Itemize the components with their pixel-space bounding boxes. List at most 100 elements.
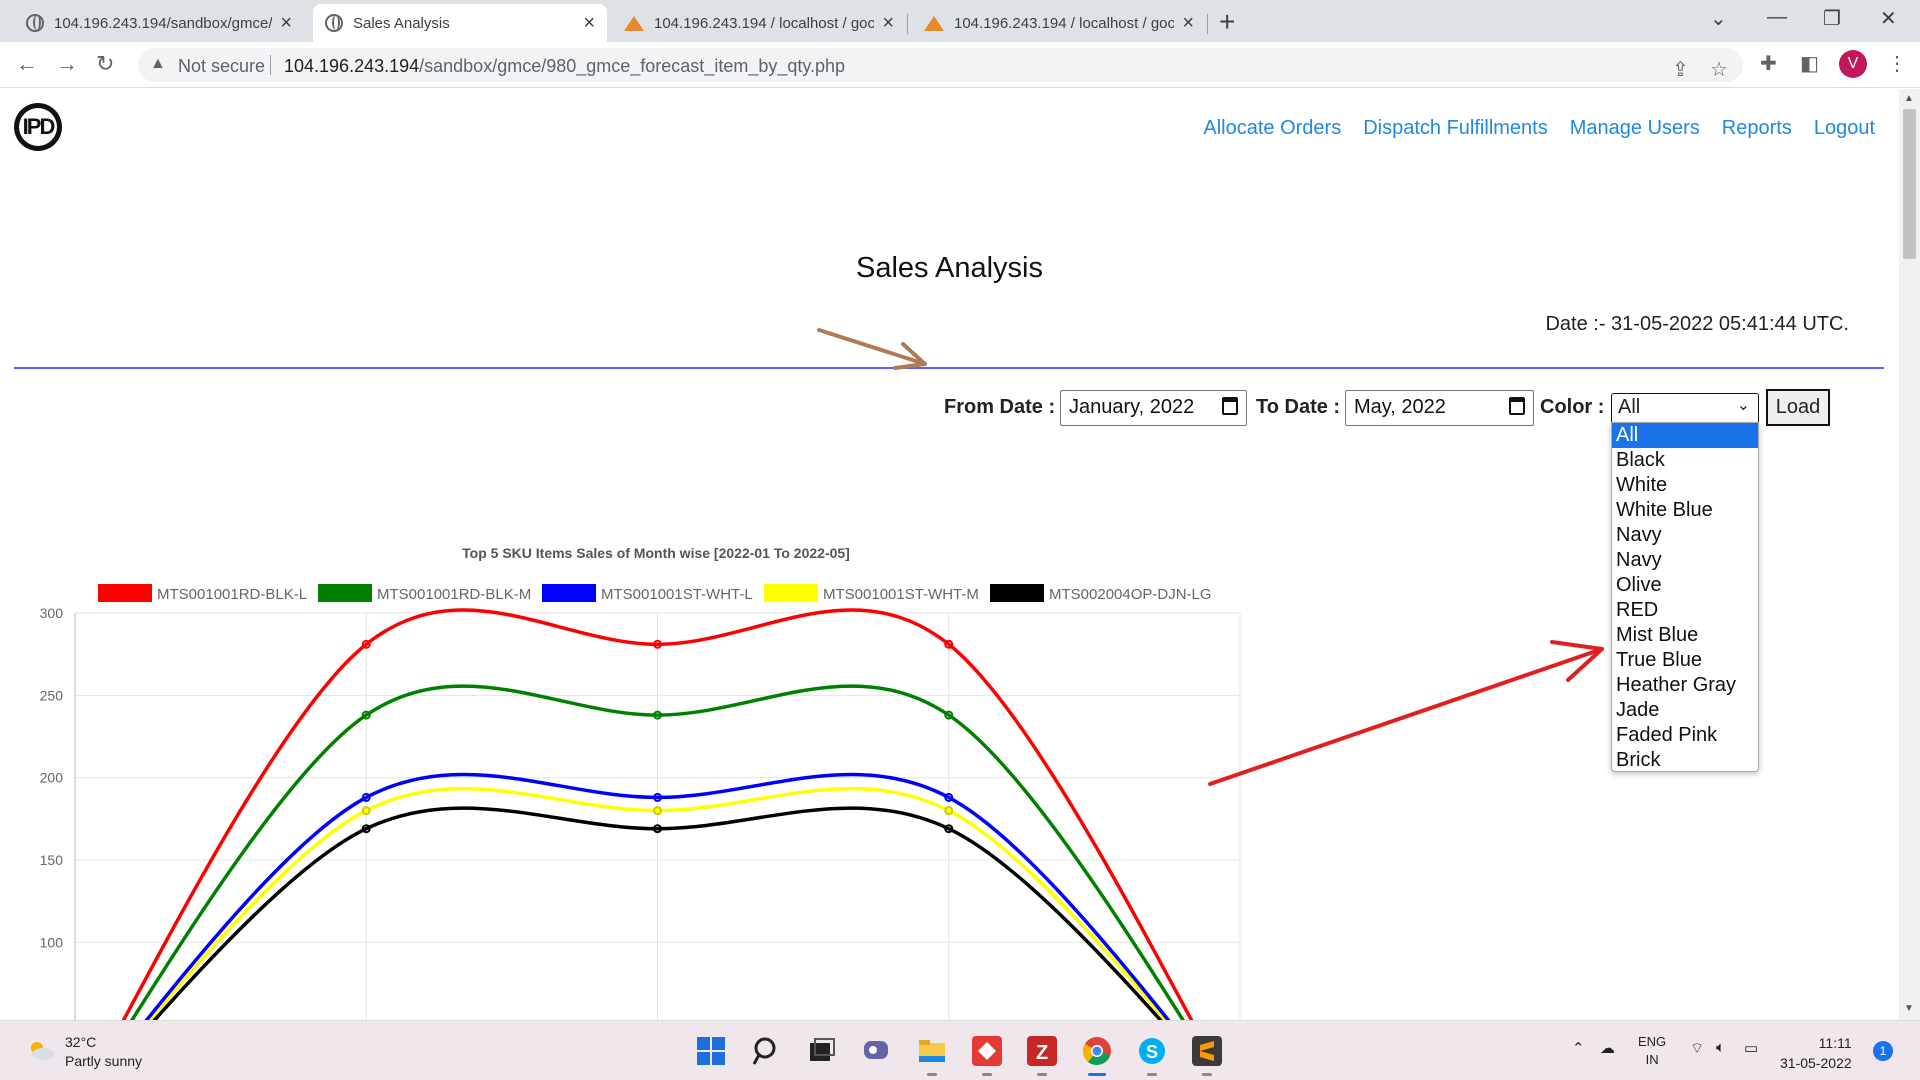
legend-label[interactable]: MTS001001ST-WHT-M xyxy=(823,586,979,603)
data-point[interactable] xyxy=(361,806,371,816)
share-icon[interactable]: ⇪ xyxy=(1672,57,1689,82)
page-scrollbar[interactable]: ▲ ▼ xyxy=(1899,89,1920,1020)
security-label: Not secure xyxy=(178,56,266,76)
teams-chat-icon[interactable] xyxy=(862,1036,892,1066)
filezilla-icon[interactable]: Z xyxy=(1027,1036,1057,1066)
color-select[interactable]: All ⌄ xyxy=(1611,393,1759,424)
nav-dispatch-fulfillments[interactable]: Dispatch Fulfillments xyxy=(1363,117,1548,140)
clock-date: 31-05-2022 xyxy=(1780,1055,1852,1071)
legend-swatch[interactable] xyxy=(542,584,596,602)
search-icon[interactable] xyxy=(752,1036,782,1066)
legend-label[interactable]: MTS001001RD-BLK-M xyxy=(377,586,531,603)
chevron-up-icon[interactable]: ⌃ xyxy=(1572,1039,1585,1057)
site-logo[interactable]: IPD xyxy=(14,103,62,151)
annotation-arrow-brown xyxy=(817,328,927,370)
legend-swatch[interactable] xyxy=(990,584,1044,602)
color-option[interactable]: Black xyxy=(1612,448,1758,473)
calendar-icon[interactable] xyxy=(1222,397,1238,415)
y-tick-label: 200 xyxy=(40,770,64,786)
minimize-icon[interactable]: — xyxy=(1767,6,1787,29)
tab-gmce[interactable]: 104.196.243.194/sandbox/gmce/ × xyxy=(14,4,304,42)
y-axis: 50100150200250300 xyxy=(40,605,64,1020)
browser-toolbar: ← → ↻ ▲ Not secure 104.196.243.194/sandb… xyxy=(0,42,1920,88)
tab-sales-analysis[interactable]: Sales Analysis × xyxy=(313,4,607,42)
to-date-input[interactable]: May, 2022 xyxy=(1345,390,1534,426)
sublime-text-icon[interactable] xyxy=(1192,1036,1222,1066)
color-option[interactable]: White xyxy=(1612,473,1758,498)
profile-avatar[interactable]: V xyxy=(1839,50,1867,78)
scrollbar-thumb[interactable] xyxy=(1903,109,1916,259)
close-icon[interactable]: × xyxy=(280,12,292,35)
nav-allocate-orders[interactable]: Allocate Orders xyxy=(1203,117,1341,140)
skype-icon[interactable]: S xyxy=(1137,1036,1167,1066)
legend-swatch[interactable] xyxy=(98,584,152,602)
from-date-input[interactable]: January, 2022 xyxy=(1060,390,1247,426)
onedrive-icon[interactable]: ☁ xyxy=(1600,1039,1615,1057)
data-point[interactable] xyxy=(944,806,954,816)
wifi-icon[interactable]: ⌔ xyxy=(1690,1039,1704,1058)
tab-title: Sales Analysis xyxy=(353,14,450,32)
restore-icon[interactable]: ❐ xyxy=(1823,6,1841,31)
nav-manage-users[interactable]: Manage Users xyxy=(1570,117,1700,140)
clock-time: 11:11 xyxy=(1818,1035,1852,1051)
extensions-icon[interactable]: ✚ xyxy=(1760,51,1777,76)
color-select-value: All xyxy=(1618,396,1641,418)
window-close-icon[interactable]: ✕ xyxy=(1880,6,1897,31)
battery-icon[interactable]: ▭ xyxy=(1744,1039,1758,1057)
data-point[interactable] xyxy=(653,806,662,816)
nav-reports[interactable]: Reports xyxy=(1722,117,1792,140)
scroll-down-icon[interactable]: ▼ xyxy=(1904,1003,1914,1014)
task-view-icon[interactable] xyxy=(807,1036,837,1066)
color-option[interactable]: RED xyxy=(1612,598,1758,623)
color-option[interactable]: Faded Pink xyxy=(1612,723,1758,748)
chart-title: Top 5 SKU Items Sales of Month wise [202… xyxy=(462,545,850,561)
legend-swatch[interactable] xyxy=(318,584,372,602)
notification-badge[interactable]: 1 xyxy=(1873,1041,1893,1061)
reload-icon[interactable]: ↻ xyxy=(96,51,114,77)
close-icon[interactable]: × xyxy=(882,12,894,35)
star-icon[interactable]: ☆ xyxy=(1710,57,1728,82)
legend-label[interactable]: MTS001001RD-BLK-L xyxy=(157,586,307,603)
legend-swatch[interactable] xyxy=(764,584,818,602)
close-icon[interactable]: × xyxy=(1182,12,1194,35)
color-option[interactable]: Navy xyxy=(1612,523,1758,548)
back-icon[interactable]: ← xyxy=(16,51,38,77)
forward-icon[interactable]: → xyxy=(56,51,78,77)
file-explorer-icon[interactable] xyxy=(917,1036,947,1066)
color-option[interactable]: Heather Gray xyxy=(1612,673,1758,698)
svg-text:Z: Z xyxy=(1036,1042,1048,1064)
color-option[interactable]: Navy xyxy=(1612,548,1758,573)
scroll-up-icon[interactable]: ▲ xyxy=(1904,93,1914,104)
windows-start-icon[interactable] xyxy=(696,1036,726,1066)
color-option[interactable]: True Blue xyxy=(1612,648,1758,673)
chart-grid xyxy=(74,612,1241,1020)
color-option[interactable]: All xyxy=(1612,423,1758,448)
close-icon[interactable]: × xyxy=(583,12,595,35)
url-text[interactable]: 104.196.243.194/sandbox/gmce/980_gmce_fo… xyxy=(284,56,845,77)
load-button[interactable]: Load xyxy=(1766,389,1830,426)
nav-logout[interactable]: Logout xyxy=(1814,117,1875,140)
legend-label[interactable]: MTS001001ST-WHT-L xyxy=(601,586,753,603)
tab-search-chevron-icon[interactable]: ⌄ xyxy=(1710,6,1727,31)
side-panel-icon[interactable]: ◧ xyxy=(1800,51,1819,76)
tab-phpmyadmin-2[interactable]: 104.196.243.194 / localhost / goc × xyxy=(912,4,1206,42)
weather-icon[interactable] xyxy=(26,1039,56,1061)
legend-label[interactable]: MTS002004OP-DJN-LG xyxy=(1049,586,1212,603)
color-option[interactable]: White Blue xyxy=(1612,498,1758,523)
chrome-icon[interactable] xyxy=(1082,1036,1112,1066)
color-option[interactable]: Jade xyxy=(1612,698,1758,723)
volume-icon[interactable]: 🔈︎ xyxy=(1716,1039,1725,1056)
tab-phpmyadmin-1[interactable]: 104.196.243.194 / localhost / goc × xyxy=(612,4,906,42)
git-client-icon[interactable] xyxy=(972,1036,1002,1066)
calendar-icon[interactable] xyxy=(1509,397,1525,415)
color-option[interactable]: Olive xyxy=(1612,573,1758,598)
address-bar[interactable]: ▲ Not secure 104.196.243.194/sandbox/gmc… xyxy=(138,48,1743,82)
language-indicator[interactable]: ENG IN xyxy=(1638,1033,1666,1069)
color-option[interactable]: Brick xyxy=(1612,748,1758,773)
new-tab-icon[interactable]: + xyxy=(1219,6,1235,38)
weather-widget[interactable]: 32°C Partly sunny xyxy=(65,1033,142,1071)
color-option[interactable]: Mist Blue xyxy=(1612,623,1758,648)
running-indicator xyxy=(927,1073,937,1076)
system-clock[interactable]: 11:11 31-05-2022 xyxy=(1780,1033,1852,1073)
more-menu-icon[interactable]: ⋮ xyxy=(1887,51,1907,76)
